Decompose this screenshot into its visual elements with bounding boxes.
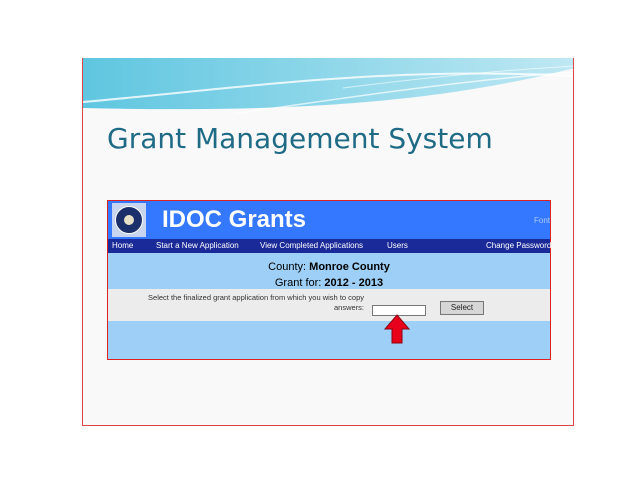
grant-line: Grant for: 2012 - 2013 [108,277,550,289]
copy-instruction: Select the finalized grant application f… [148,293,364,312]
nav-view-completed-applications[interactable]: View Completed Applications [260,239,363,253]
nav-change-password[interactable]: Change Password [486,239,551,253]
nav-users[interactable]: Users [387,239,408,253]
copy-answers-panel: Select the finalized grant application f… [108,289,550,321]
slide: Grant Management System IDOC Grants Font… [82,58,574,426]
seal-icon [112,203,146,237]
cursor-arrow-icon [383,314,411,344]
slide-title: Grant Management System [107,122,493,155]
header-swoosh-graphic [83,58,573,114]
font-size-link[interactable]: Font [534,216,550,225]
county-label: County: [268,261,307,273]
nav-start-new-application[interactable]: Start a New Application [156,239,239,253]
county-line: County: Monroe County [108,261,550,273]
grant-value: 2012 - 2013 [324,277,384,289]
grant-label: Grant for: [274,277,322,289]
nav-home[interactable]: Home [112,239,133,253]
app-screenshot: IDOC Grants Font Home Start a New Applic… [107,200,551,360]
county-value: Monroe County [309,261,390,273]
app-header: IDOC Grants Font [108,201,550,239]
nav-bar: Home Start a New Application View Comple… [108,239,551,253]
select-button[interactable]: Select [440,301,484,315]
app-brand: IDOC Grants [162,206,307,233]
